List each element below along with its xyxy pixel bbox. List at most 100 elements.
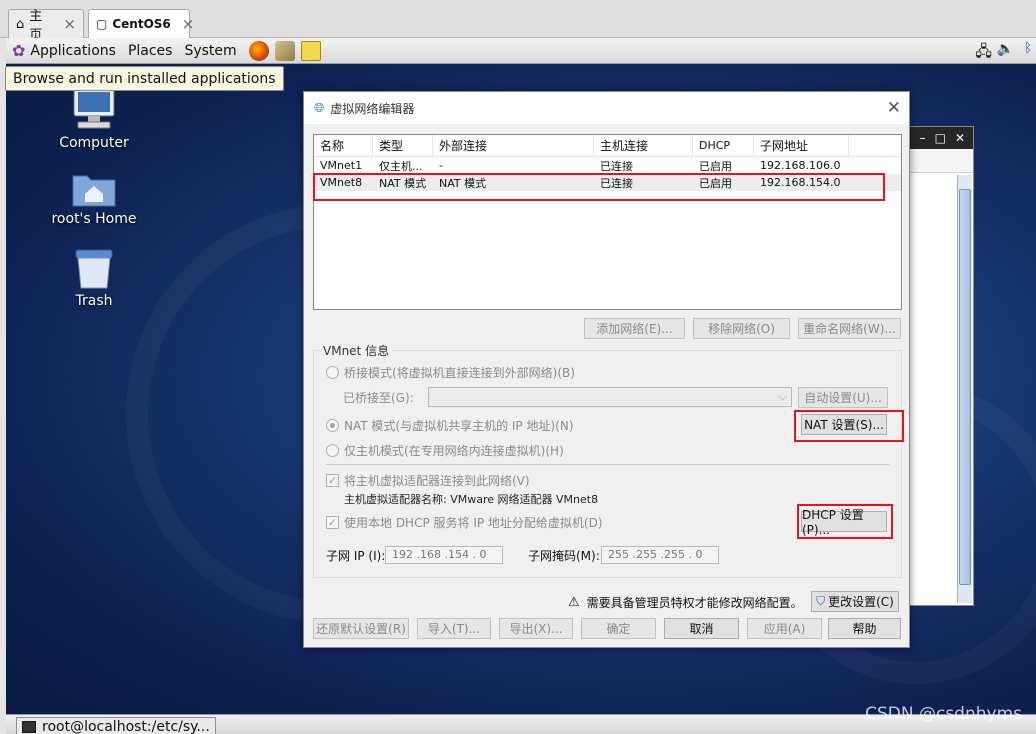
top-panel: ✿ Applications Places System 🖧 🔈 ᛒ [6, 38, 1036, 64]
volume-icon[interactable]: 🔈 [997, 41, 1014, 57]
tab-home[interactable]: ⌂ 主页 × [8, 9, 84, 43]
applications-label: Applications [30, 42, 116, 59]
scrollbar[interactable] [957, 175, 972, 603]
taskbar-item-terminal[interactable]: root@localhost:/etc/sy... [16, 717, 216, 734]
ok-button[interactable]: 确定 [581, 618, 656, 639]
background-window[interactable]: – □ ✕ [906, 126, 974, 606]
apply-button[interactable]: 应用(A) [747, 618, 822, 639]
add-network-button[interactable]: 添加网络(E)... [584, 318, 685, 339]
bridged-to-text: 已桥接至(G): [343, 391, 414, 405]
computer-icon [73, 87, 115, 129]
rename-network-button[interactable]: 重命名网络(W)... [798, 318, 901, 339]
adapter-name-text: 主机虚拟适配器名称: VMware 网络适配器 VMnet8 [344, 493, 599, 506]
close-icon[interactable]: × [182, 15, 195, 33]
group-title: VMnet 信息 [320, 342, 393, 359]
network-row-vmnet1[interactable]: VMnet1 仅主机... - 已连接 已启用 192.168.106.0 [314, 157, 901, 174]
bridge-mode-label: 桥接模式(将虚拟机直接连接到外部网络)(B) [344, 366, 575, 380]
desktop-icon-computer[interactable]: Computer [34, 86, 154, 151]
virtual-network-editor-dialog: 🌐︎ 虚拟网络编辑器 ✕ 名称 类型 外部连接 主机连接 DHCP 子网地址 V… [303, 91, 910, 648]
gnome-foot-icon: ✿ [12, 41, 26, 60]
column-header[interactable]: 名称 [314, 134, 373, 157]
minimize-icon[interactable]: – [920, 131, 926, 145]
radio-indicator [326, 366, 339, 379]
table-cell: - [439, 159, 443, 172]
mail-icon[interactable] [274, 40, 295, 61]
applications-menu[interactable]: ✿ Applications [6, 41, 122, 60]
column-header[interactable]: 外部连接 [433, 134, 594, 157]
desktop-icon-home[interactable]: root's Home [34, 168, 154, 227]
column-header[interactable]: DHCP [693, 134, 754, 157]
cancel-button[interactable]: 取消 [664, 618, 739, 639]
connect-adapter-checkbox[interactable]: ✓ 将主机虚拟适配器连接到此网络(V) [326, 472, 530, 489]
checkbox-indicator: ✓ [326, 474, 339, 487]
table-cell: VMnet1 [320, 159, 363, 172]
column-header[interactable]: 类型 [373, 134, 433, 157]
firefox-icon[interactable] [248, 40, 269, 61]
change-settings-button[interactable]: ⛉ 更改设置(C) [811, 591, 899, 612]
places-menu[interactable]: Places [122, 43, 179, 59]
highlight-box-dhcp-settings [797, 504, 893, 539]
close-icon[interactable]: ✕ [955, 131, 965, 145]
network-list-header: 名称 类型 外部连接 主机连接 DHCP 子网地址 [314, 134, 901, 157]
column-header[interactable]: 主机连接 [594, 134, 693, 157]
help-button[interactable]: 帮助 [828, 618, 901, 639]
table-cell: 已连接 [600, 159, 633, 173]
network-list[interactable]: 名称 类型 外部连接 主机连接 DHCP 子网地址 VMnet1 仅主机... … [313, 134, 902, 310]
remove-network-button[interactable]: 移除网络(O) [693, 318, 790, 339]
computer-label: Computer [59, 135, 129, 151]
subnet-mask-field[interactable]: 255 .255 .255 . 0 [601, 546, 719, 564]
highlight-box-nat-settings [794, 410, 904, 442]
maximize-icon[interactable]: □ [935, 131, 946, 145]
system-label: System [184, 42, 237, 59]
auto-settings-button[interactable]: 自动设置(U)... [798, 387, 888, 408]
tab-centos6-label: CentOS6 [112, 17, 171, 31]
home-label: root's Home [51, 211, 137, 227]
watermark: CSDN @csdnhyms [865, 704, 1022, 724]
bridged-to-select[interactable]: ⌵ [428, 387, 792, 407]
browser-tab-bar: ⌂ 主页 × ▢ CentOS6 × [0, 0, 1036, 43]
close-icon[interactable]: × [63, 15, 76, 33]
export-button[interactable]: 导出(X)... [499, 618, 573, 639]
subnet-ip-label: 子网 IP (I): [326, 549, 386, 563]
highlight-box-vmnet8 [313, 173, 885, 201]
home-icon: ⌂ [16, 16, 25, 32]
radio-indicator [326, 419, 339, 432]
background-window-titlebar[interactable]: – □ ✕ [907, 127, 973, 149]
use-dhcp-checkbox[interactable]: ✓ 使用本地 DHCP 服务将 IP 地址分配给虚拟机(D) [326, 514, 603, 531]
notes-icon[interactable] [300, 40, 321, 61]
restore-defaults-button[interactable]: 还原默认设置(R) [313, 618, 409, 639]
radio-indicator [326, 444, 339, 457]
admin-notice-text: 需要具备管理员特权才能修改网络配置。 [586, 596, 803, 610]
table-cell: 192.168.106.0 [760, 159, 841, 172]
trash-icon [75, 249, 113, 289]
import-button[interactable]: 导入(T)... [417, 618, 491, 639]
table-cell: 仅主机... [379, 159, 423, 173]
desktop-icon-trash[interactable]: Trash [34, 248, 154, 309]
network-icon[interactable]: 🖧 [975, 41, 992, 66]
subnet-ip-field[interactable]: 192 .168 .154 . 0 [385, 546, 503, 564]
tooltip: Browse and run installed applications [5, 66, 284, 91]
shield-icon: ⛉ [816, 594, 826, 608]
admin-notice: ⚠ 需要具备管理员特权才能修改网络配置。 [568, 594, 803, 611]
chevron-down-icon: ⌵ [778, 390, 787, 403]
table-cell: 已启用 [699, 159, 732, 173]
host-only-radio[interactable]: 仅主机模式(在专用网络内连接虚拟机)(H) [326, 442, 564, 459]
tooltip-text: Browse and run installed applications [13, 70, 276, 87]
tab-centos6[interactable]: ▢ CentOS6 × [88, 9, 194, 38]
connect-adapter-label: 将主机虚拟适配器连接到此网络(V) [344, 474, 530, 488]
system-menu[interactable]: System [178, 43, 242, 59]
close-icon[interactable]: ✕ [887, 98, 901, 118]
scrollbar-thumb[interactable] [959, 189, 971, 585]
nat-mode-radio[interactable]: NAT 模式(与虚拟机共享主机的 IP 地址)(N) [326, 417, 574, 434]
vmnet-info-group: VMnet 信息 桥接模式(将虚拟机直接连接到外部网络)(B) 已桥接至(G):… [313, 342, 902, 578]
nat-mode-label: NAT 模式(与虚拟机共享主机的 IP 地址)(N) [344, 419, 574, 433]
bridge-mode-radio[interactable]: 桥接模式(将虚拟机直接连接到外部网络)(B) [326, 364, 575, 381]
bluetooth-icon[interactable]: ᛒ [1024, 41, 1032, 56]
dialog-title: 虚拟网络编辑器 [330, 101, 415, 116]
background-window-toolbar [907, 149, 973, 173]
trash-label: Trash [75, 293, 113, 309]
divider [326, 464, 889, 465]
bridged-to-label: 已桥接至(G): [343, 389, 414, 406]
column-header[interactable]: 子网地址 [754, 134, 849, 157]
places-label: Places [127, 42, 173, 59]
